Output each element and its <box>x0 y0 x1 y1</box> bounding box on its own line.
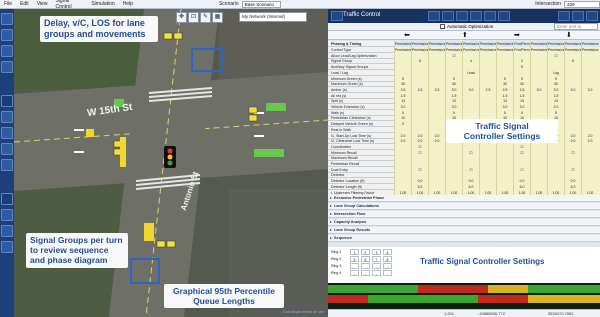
ped-icon[interactable] <box>484 11 496 21</box>
zone-icon[interactable] <box>1 61 13 73</box>
ring-phase-cell[interactable]: 8 <box>383 256 392 262</box>
panel-subbar: Automatic Optimization Enter text to sea… <box>328 23 600 35</box>
callout-signal-groups: Signal Groups per turn to review sequenc… <box>26 233 128 268</box>
ring-label: Ring 3 <box>331 264 342 268</box>
section-exclusive-pedestrian-phase[interactable]: Exclusive Pedestrian Phase <box>328 195 600 202</box>
section-lane-group-calculations[interactable]: Lane Group Calculations <box>328 203 600 210</box>
map-toolbar: ✥ ⊡ ✎ ▦ <box>176 12 223 23</box>
ring-phase-cell[interactable]: - <box>350 270 359 276</box>
ring-label: Ring 1 <box>331 250 342 254</box>
zoom-extent-icon[interactable]: ⊡ <box>188 12 199 23</box>
ring-label: Ring 4 <box>331 271 342 275</box>
callout-controller-settings: Traffic Signal Controller Settings <box>446 119 558 144</box>
report-icon[interactable] <box>1 193 13 205</box>
ring-icon[interactable] <box>498 11 510 21</box>
phasing-icon[interactable] <box>428 11 440 21</box>
menu-help[interactable]: Help <box>119 1 137 7</box>
section-intersection-flow[interactable]: Intersection Flow <box>328 211 600 218</box>
export-icon[interactable] <box>1 241 13 253</box>
arrow-right-icon: ➡ <box>514 32 520 39</box>
status-coord-y: 3533470.7681 <box>548 311 574 316</box>
ring-phase-cell[interactable]: - <box>361 263 370 269</box>
settings-view-icon[interactable] <box>586 11 598 21</box>
section-capacity-analysis[interactable]: Capacity Analysis <box>328 219 600 226</box>
section-lane-group-results[interactable]: Lane Group Results <box>328 227 600 234</box>
ring-phase-cell[interactable]: - <box>361 270 370 276</box>
ring-label: Ring 2 <box>331 257 342 261</box>
callout-settings-line2: Controller Settings <box>463 131 541 142</box>
callout-bottom: Traffic Signal Controller Settings <box>420 257 545 266</box>
traffic-control-panel: Traffic Control Automatic Optimization E… <box>328 9 600 317</box>
phase-timeline <box>328 283 600 309</box>
map-terms-link[interactable]: Esri Maps terms of use <box>283 309 324 314</box>
layers-icon[interactable]: ▦ <box>212 12 223 23</box>
scenario-select[interactable]: Base Scenario <box>241 0 282 8</box>
collapsed-sections: Exclusive Pedestrian PhaseLane Group Cal… <box>328 195 600 251</box>
ring-phase-cell[interactable]: - <box>372 270 381 276</box>
phasing-timing-grid: Phasing & Timing Permissive Permissive Per… <box>328 41 600 196</box>
map-canvas <box>14 9 328 317</box>
status-bar: 1:201 -10888536.772 3533470.7681 <box>328 309 600 317</box>
network-icon[interactable] <box>1 29 13 41</box>
scenario-label: Scenario <box>218 1 239 7</box>
home-icon[interactable] <box>1 13 13 25</box>
panel-search-input[interactable]: Enter text to search... <box>554 23 598 35</box>
status-coord-x: -10888536.772 <box>478 311 505 316</box>
menu-edit[interactable]: Edit <box>16 1 33 7</box>
stop-icon[interactable] <box>1 143 13 155</box>
arrow-left-icon: ⬅ <box>404 32 410 39</box>
route-icon[interactable] <box>1 45 13 57</box>
panel-header: Traffic Control <box>328 9 600 23</box>
menu-view[interactable]: View <box>33 1 52 7</box>
network-layer-select[interactable]: My Network (Internal) <box>239 12 307 22</box>
ring-phase-cell[interactable]: 1 <box>350 249 359 255</box>
callout-delay: Delay, v/C, LOS for lane groups and move… <box>40 16 158 42</box>
report-view-icon[interactable] <box>558 11 570 21</box>
ring-phase-cell[interactable]: 6 <box>361 256 370 262</box>
ring-phase-cell[interactable]: 4 <box>383 249 392 255</box>
map-view[interactable]: ✥ ⊡ ✎ ▦ My Network (Internal) Delay, v/C… <box>14 9 328 317</box>
ring-phase-cell[interactable]: - <box>350 263 359 269</box>
panel-title: Traffic Control <box>343 12 381 18</box>
intersection-label: Intersection <box>535 1 562 7</box>
timing-icon[interactable] <box>442 11 454 21</box>
status-scale: 1:201 <box>444 311 455 316</box>
ring-phase-cell[interactable]: 7 <box>372 256 381 262</box>
app-window: File Edit View Signal Control Simulation… <box>0 0 600 317</box>
pan-icon[interactable]: ✥ <box>176 12 187 23</box>
auto-optimization-checkbox[interactable] <box>440 24 445 29</box>
ring-row: Ring 4---- <box>328 270 598 276</box>
table-view-icon[interactable] <box>572 11 584 21</box>
signal-icon[interactable] <box>1 111 13 123</box>
detector-icon[interactable] <box>456 11 468 21</box>
callout-queue: Graphical 95th Percentile Queue Lengths <box>164 284 284 309</box>
menu-bar: File Edit View Signal Control Simulation… <box>0 0 600 10</box>
settings-icon[interactable] <box>1 225 13 237</box>
ring-phase-cell[interactable]: 3 <box>372 249 381 255</box>
chart-icon[interactable] <box>1 209 13 221</box>
ring-phase-cell[interactable]: - <box>383 263 392 269</box>
movement-arrows-row: ⬅ ⬆ ➡ ⬇ <box>328 31 600 40</box>
traffic-icon[interactable] <box>1 95 13 107</box>
signal-control-icon[interactable] <box>331 11 343 21</box>
arrow-up-icon: ⬆ <box>462 32 468 39</box>
pencil-icon[interactable]: ✎ <box>200 12 211 23</box>
yield-icon[interactable] <box>1 159 13 171</box>
intersection-select[interactable]: 229 <box>564 0 600 8</box>
arrow-down-icon: ⬇ <box>566 32 572 39</box>
menu-file[interactable]: File <box>0 1 16 7</box>
section-sequence[interactable]: Sequence <box>328 235 600 242</box>
ring-phase-cell[interactable]: - <box>383 270 392 276</box>
menu-simulation[interactable]: Simulation <box>87 1 118 7</box>
callout-settings-line1: Traffic Signal <box>475 121 529 131</box>
ring-phase-cell[interactable]: - <box>372 263 381 269</box>
left-toolbar <box>0 9 14 317</box>
coord-icon[interactable] <box>470 11 482 21</box>
ring-phase-cell[interactable]: 2 <box>361 249 370 255</box>
sign-icon[interactable] <box>1 127 13 139</box>
ring-phase-cell[interactable]: 5 <box>350 256 359 262</box>
auto-optimization-label: Automatic Optimization <box>447 24 494 29</box>
